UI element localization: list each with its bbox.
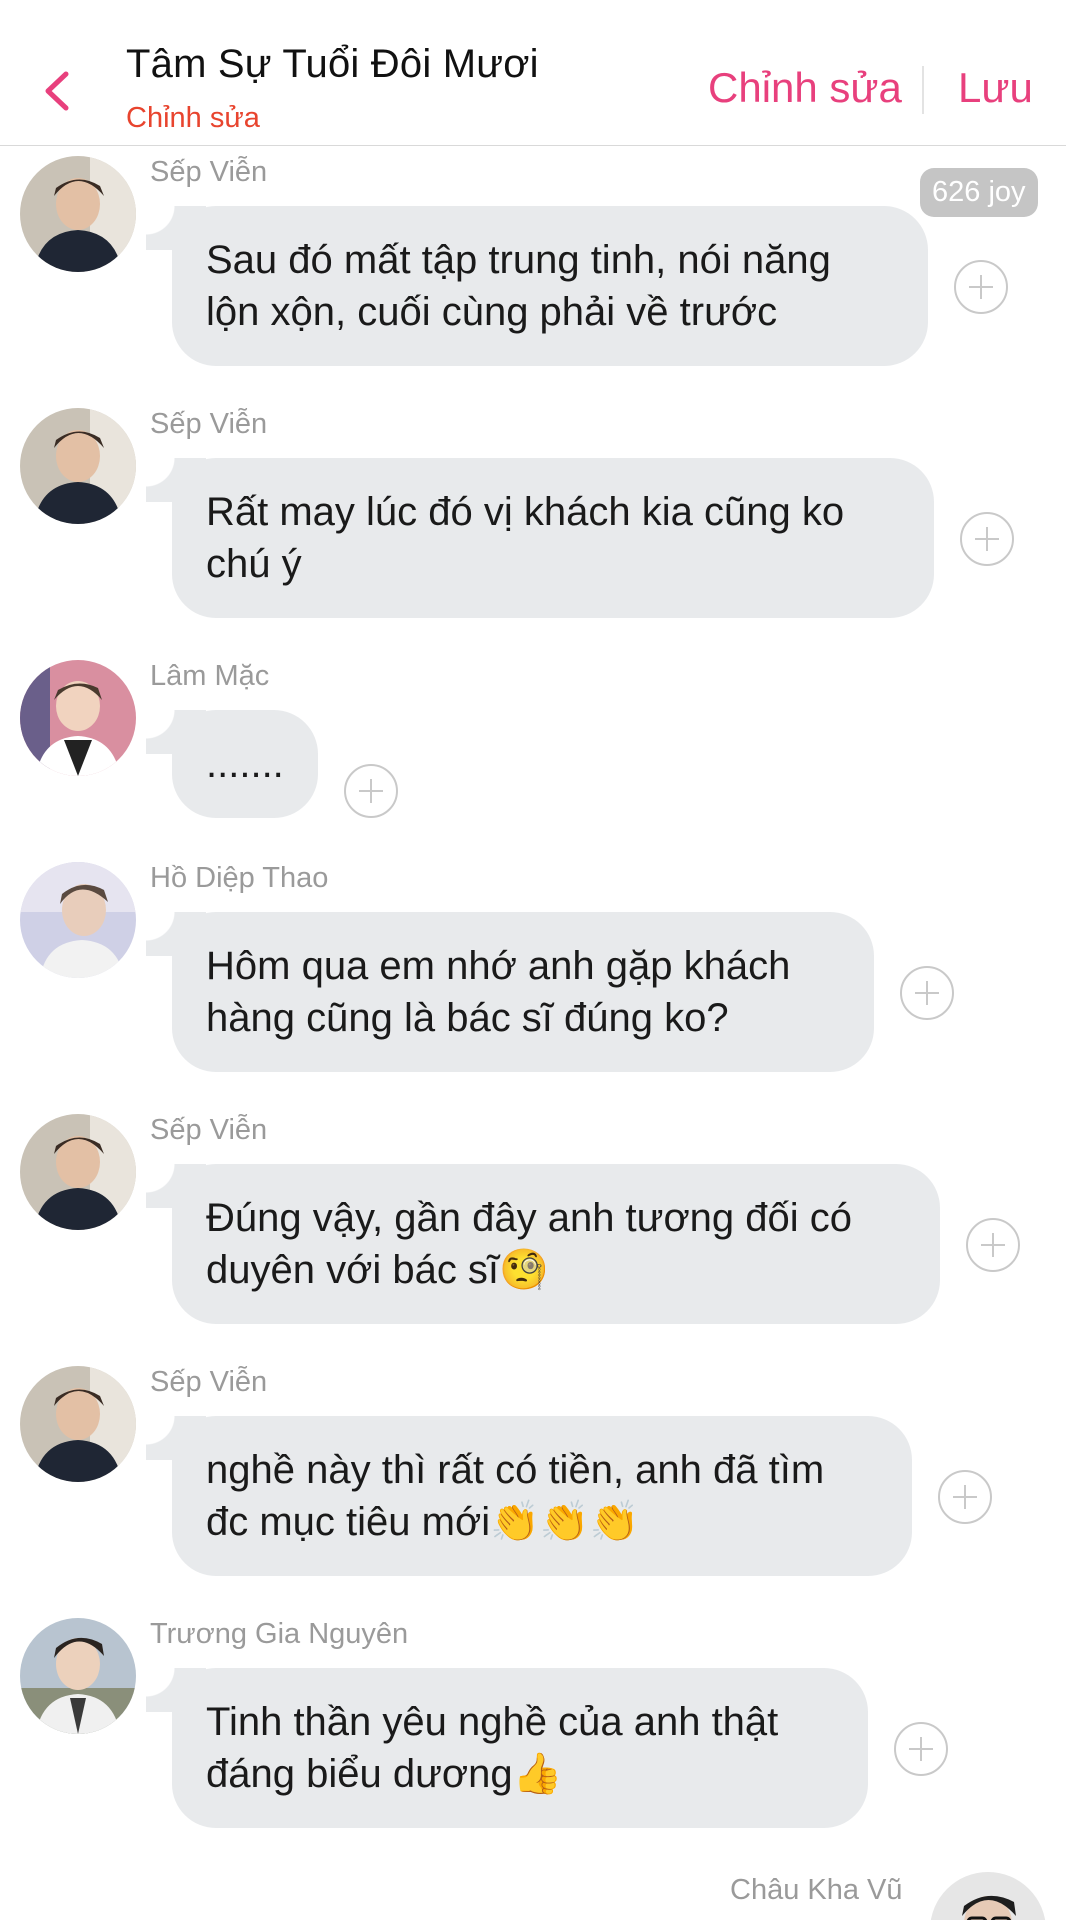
add-reaction-button[interactable] — [960, 512, 1014, 566]
add-reaction-button[interactable] — [954, 260, 1008, 314]
avatar-image — [20, 156, 136, 272]
message-text: nghề này thì rất có tiền, anh đã tìm đc … — [206, 1448, 825, 1544]
sender-name: Sếp Viễn — [150, 1114, 268, 1146]
message-text: Tinh thần yêu nghề của anh thật đáng biể… — [206, 1700, 779, 1796]
avatar-image — [930, 1872, 1046, 1920]
avatar-image — [20, 1366, 136, 1482]
message-bubble[interactable]: Đúng vậy, gần đây anh tương đối có duyên… — [146, 1164, 940, 1324]
chat-subtitle: Chỉnh sửa — [126, 102, 260, 134]
avatar[interactable] — [20, 862, 136, 978]
sender-name: Sếp Viễn — [150, 156, 268, 188]
chat-title: Tâm Sự Tuổi Đôi Mươi — [126, 42, 539, 86]
sender-name: Hồ Diệp Thao — [150, 862, 329, 894]
message-bubble[interactable]: Rất may lúc đó vị khách kia cũng ko chú … — [146, 458, 934, 618]
save-button[interactable]: Lưu — [958, 64, 1033, 112]
avatar[interactable] — [20, 660, 136, 776]
avatar[interactable] — [930, 1872, 1046, 1920]
message-text: Hôm qua em nhớ anh gặp khách hàng cũng l… — [206, 944, 791, 1040]
avatar[interactable] — [20, 1114, 136, 1230]
avatar[interactable] — [20, 408, 136, 524]
sender-name: Châu Kha Vũ — [730, 1874, 903, 1906]
back-button[interactable] — [38, 66, 78, 116]
add-reaction-button[interactable] — [900, 966, 954, 1020]
sender-name: Lâm Mặc — [150, 660, 270, 692]
message-bubble[interactable]: nghề này thì rất có tiền, anh đã tìm đc … — [146, 1416, 912, 1576]
message-text: ....... — [206, 742, 284, 786]
joy-badge: 626 joy — [920, 168, 1038, 217]
avatar-image — [20, 408, 136, 524]
avatar[interactable] — [20, 1618, 136, 1734]
edit-button[interactable]: Chỉnh sửa — [708, 64, 902, 112]
sender-name: Sếp Viễn — [150, 408, 268, 440]
avatar-image — [20, 862, 136, 978]
message-bubble[interactable]: Hôm qua em nhớ anh gặp khách hàng cũng l… — [146, 912, 874, 1072]
header-divider — [922, 66, 924, 114]
sender-name: Trương Gia Nguyên — [150, 1618, 409, 1650]
add-reaction-button[interactable] — [894, 1722, 948, 1776]
avatar[interactable] — [20, 156, 136, 272]
message-bubble[interactable]: Sau đó mất tập trung tinh, nói năng lộn … — [146, 206, 928, 366]
avatar-image — [20, 1114, 136, 1230]
avatar-image — [20, 1618, 136, 1734]
message-text: Đúng vậy, gần đây anh tương đối có duyên… — [206, 1196, 853, 1292]
avatar[interactable] — [20, 1366, 136, 1482]
add-reaction-button[interactable] — [966, 1218, 1020, 1272]
message-bubble[interactable]: ....... — [146, 710, 318, 818]
chat-header: Tâm Sự Tuổi Đôi Mươi Chỉnh sửa Chỉnh sửa… — [0, 0, 1066, 146]
sender-name: Sếp Viễn — [150, 1366, 268, 1398]
avatar-image — [20, 660, 136, 776]
chevron-left-icon — [45, 71, 69, 111]
message-text: Rất may lúc đó vị khách kia cũng ko chú … — [206, 490, 845, 586]
message-bubble[interactable]: Tinh thần yêu nghề của anh thật đáng biể… — [146, 1668, 868, 1828]
message-text: Sau đó mất tập trung tinh, nói năng lộn … — [206, 238, 831, 334]
add-reaction-button[interactable] — [938, 1470, 992, 1524]
add-reaction-button[interactable] — [344, 764, 398, 818]
